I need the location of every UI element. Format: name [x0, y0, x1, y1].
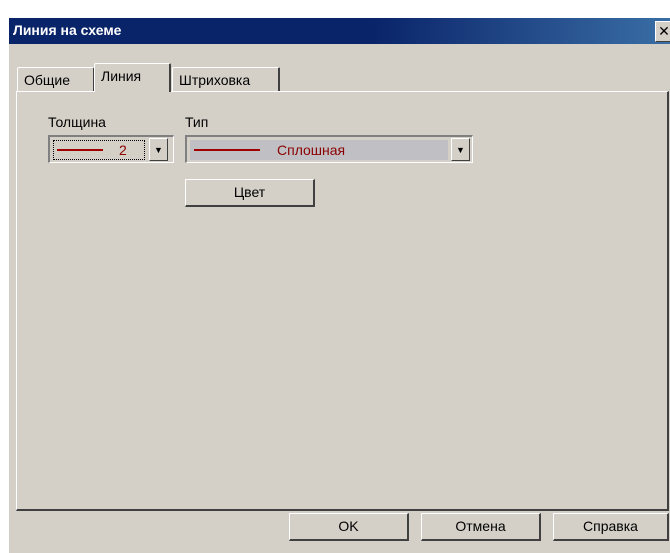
- type-select[interactable]: Сплошная ▼: [185, 135, 473, 163]
- close-icon: ✕: [658, 23, 670, 39]
- ok-button-label: OK: [338, 518, 359, 534]
- tab-line-label: Линия: [101, 68, 142, 84]
- cancel-button[interactable]: Отмена: [421, 513, 541, 541]
- thickness-select[interactable]: 2 ▼: [48, 135, 174, 163]
- tab-hatching[interactable]: Штриховка: [172, 67, 280, 91]
- color-button[interactable]: Цвет: [185, 179, 315, 207]
- tab-hatching-label: Штриховка: [179, 72, 251, 88]
- help-button-label: Справка: [583, 518, 638, 534]
- close-button[interactable]: ✕: [655, 21, 670, 42]
- help-button[interactable]: Справка: [553, 513, 669, 541]
- tab-general[interactable]: Общие: [17, 67, 95, 91]
- line-properties-dialog: Линия на схеме ✕ Общие Линия Штриховка Т…: [8, 17, 670, 553]
- chevron-down-icon[interactable]: ▼: [149, 138, 168, 161]
- color-button-label: Цвет: [233, 184, 266, 200]
- type-label: Тип: [185, 114, 209, 130]
- title-bar[interactable]: Линия на схеме ✕: [9, 18, 670, 44]
- line-thickness-sample: [57, 149, 103, 151]
- thickness-value-box: 2: [53, 140, 145, 160]
- thickness-label: Толщина: [48, 114, 106, 130]
- line-type-sample: [194, 149, 260, 151]
- tab-line[interactable]: Линия: [94, 63, 171, 92]
- tab-panel-line: Толщина Тип 2 ▼ Сплошная ▼ Цвет: [16, 91, 669, 511]
- type-value: Сплошная: [277, 142, 346, 158]
- chevron-down-icon[interactable]: ▼: [451, 138, 470, 161]
- type-value-box: Сплошная: [190, 140, 448, 160]
- tab-general-label: Общие: [24, 72, 71, 88]
- ok-button[interactable]: OK: [289, 513, 409, 541]
- window-title: Линия на схеме: [13, 22, 122, 38]
- cancel-button-label: Отмена: [455, 518, 506, 534]
- thickness-value: 2: [119, 142, 127, 158]
